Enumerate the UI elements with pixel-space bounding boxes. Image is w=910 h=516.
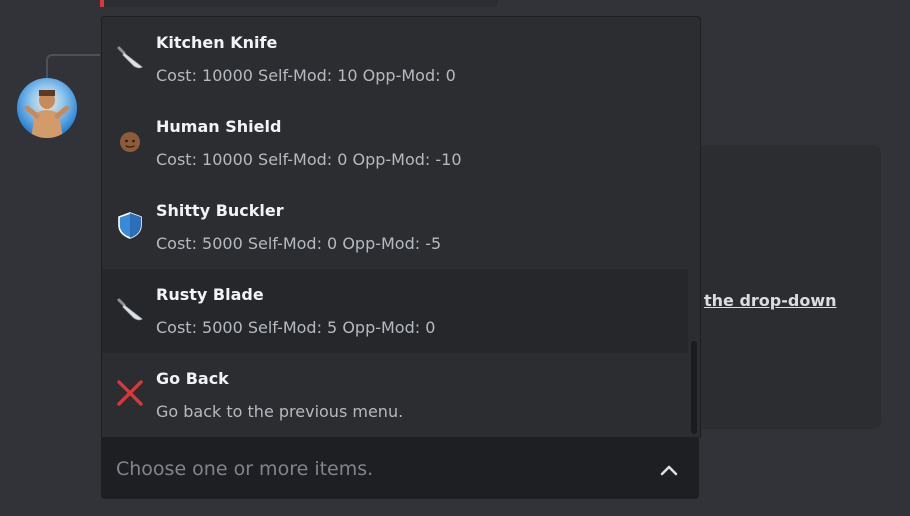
previous-message-bar <box>100 0 498 7</box>
select-menu-dropdown[interactable]: Kitchen Knife Cost: 10000 Self-Mod: 10 O… <box>101 16 701 438</box>
select-placeholder: Choose one or more items. <box>116 458 374 480</box>
previous-message-accent <box>100 0 104 7</box>
option-description: Cost: 5000 Self-Mod: 0 Opp-Mod: -5 <box>156 234 442 253</box>
knife-icon <box>114 293 146 325</box>
embed-link[interactable]: the drop-down <box>704 291 837 310</box>
option-description: Cost: 5000 Self-Mod: 5 Opp-Mod: 0 <box>156 318 436 337</box>
menu-option-go-back[interactable]: Go Back Go back to the previous menu. <box>102 353 688 437</box>
chevron-up-icon[interactable] <box>657 459 681 483</box>
option-label: Human Shield <box>156 117 282 136</box>
option-label: Kitchen Knife <box>156 33 278 52</box>
option-label: Rusty Blade <box>156 285 264 304</box>
avatar-figure-icon <box>24 90 70 138</box>
cross-mark-icon <box>114 377 146 409</box>
menu-option-shitty-buckler[interactable]: Shitty Buckler Cost: 5000 Self-Mod: 0 Op… <box>102 185 688 269</box>
avatar[interactable] <box>17 78 77 138</box>
scrollbar-thumb[interactable] <box>691 341 697 434</box>
menu-option-kitchen-knife[interactable]: Kitchen Knife Cost: 10000 Self-Mod: 10 O… <box>102 17 688 101</box>
option-description: Go back to the previous menu. <box>156 402 404 421</box>
menu-option-rusty-blade[interactable]: Rusty Blade Cost: 5000 Self-Mod: 5 Opp-M… <box>102 269 688 353</box>
person-face-icon <box>114 125 146 157</box>
option-label: Go Back <box>156 369 229 388</box>
option-description: Cost: 10000 Self-Mod: 0 Opp-Mod: -10 <box>156 150 462 169</box>
option-label: Shitty Buckler <box>156 201 284 220</box>
shield-icon <box>114 209 146 241</box>
menu-option-human-shield[interactable]: Human Shield Cost: 10000 Self-Mod: 0 Opp… <box>102 101 688 185</box>
select-menu-input[interactable]: Choose one or more items. <box>101 437 699 499</box>
knife-icon <box>114 41 146 73</box>
scrollbar-track[interactable] <box>689 17 700 438</box>
option-description: Cost: 10000 Self-Mod: 10 Opp-Mod: 0 <box>156 66 456 85</box>
reply-connector-line <box>46 54 100 78</box>
